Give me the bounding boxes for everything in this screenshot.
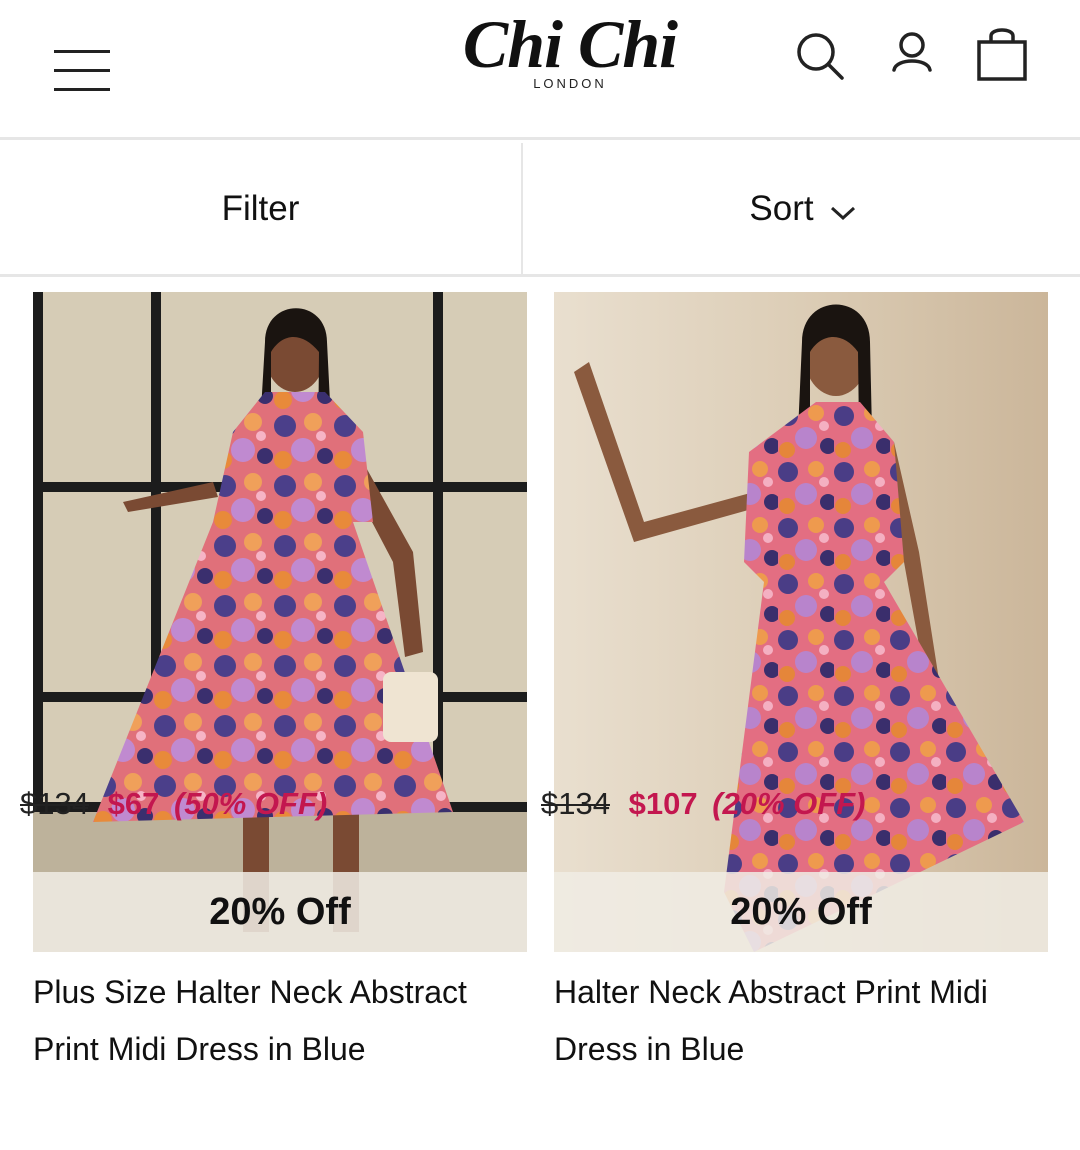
product-title[interactable]: Halter Neck Abstract Print Midi Dress in…	[554, 964, 1054, 1078]
product-price: $134 $67 (50% OFF)	[20, 786, 327, 822]
brand-logo[interactable]: Chi Chi LONDON	[440, 8, 700, 98]
price-discount: (20% OFF)	[712, 786, 866, 821]
product-image[interactable]: 20% Off	[554, 292, 1048, 952]
sort-label: Sort	[749, 188, 814, 228]
price-sale: $107	[628, 786, 698, 821]
price-original: $134	[541, 786, 610, 821]
account-icon[interactable]	[884, 28, 940, 84]
sort-button[interactable]: Sort	[525, 143, 1080, 274]
filter-label: Filter	[221, 188, 300, 228]
product-price: $134 $107 (20% OFF)	[541, 786, 865, 822]
filter-button[interactable]: Filter	[0, 143, 523, 274]
logo-wordmark: Chi Chi	[462, 6, 678, 82]
product-title[interactable]: Plus Size Halter Neck Abstract Print Mid…	[33, 964, 533, 1078]
price-discount: (50% OFF)	[173, 786, 328, 821]
shopping-bag-icon[interactable]	[972, 22, 1028, 81]
site-header: Chi Chi LONDON	[0, 0, 1080, 140]
hamburger-menu-icon[interactable]	[54, 50, 110, 92]
product-image[interactable]: 20% Off	[33, 292, 527, 952]
discount-badge: 20% Off	[554, 872, 1048, 952]
product-card[interactable]: 20% Off Halter Neck Abstract Print Midi …	[554, 292, 1048, 1078]
price-original: $134	[20, 786, 89, 821]
product-card[interactable]: 20% Off Plus Size Halter Neck Abstract P…	[33, 292, 527, 1078]
filter-sort-bar: Filter Sort	[0, 143, 1080, 277]
chevron-down-icon	[830, 206, 855, 220]
price-sale: $67	[107, 786, 160, 821]
search-icon[interactable]	[792, 28, 848, 84]
discount-badge: 20% Off	[33, 872, 527, 952]
